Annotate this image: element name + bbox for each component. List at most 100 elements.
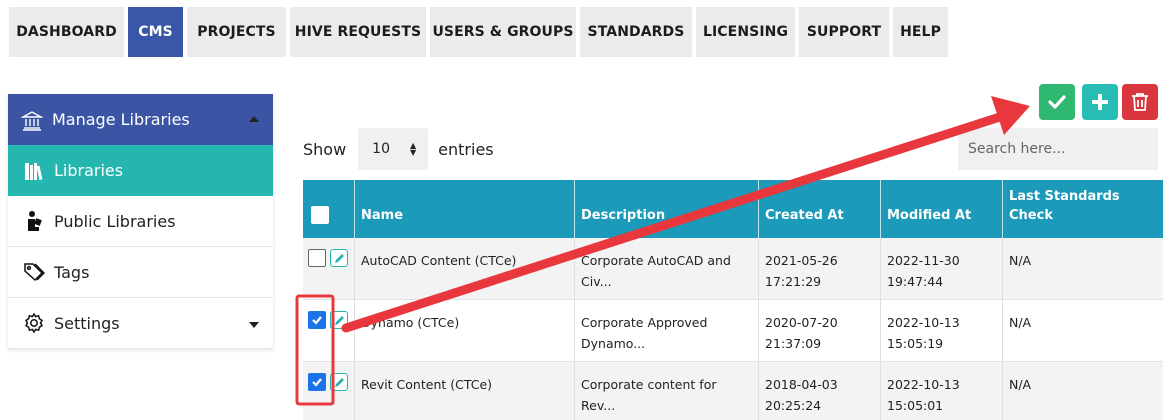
column-name[interactable]: Name [355, 180, 575, 238]
cell-name: Revit Content (CTCe) [355, 362, 575, 420]
modified-time: 19:47:44 [887, 274, 944, 289]
chevron-up-icon [249, 116, 259, 122]
edit-button[interactable] [330, 249, 348, 267]
show-entries: Show 10 ▲ ▼ entries [303, 128, 494, 170]
sidebar-item-label: Tags [54, 262, 90, 282]
tab-standards[interactable]: STANDARDS [580, 7, 692, 57]
sidebar-item-public-libraries[interactable]: Public Libraries [8, 196, 273, 247]
tab-support[interactable]: SUPPORT [799, 7, 889, 57]
cell-description: Corporate AutoCAD and Civ... [575, 238, 759, 299]
tab-help[interactable]: HELP [893, 7, 948, 57]
description-line1: Corporate Approved [581, 315, 708, 330]
cell-last-check: N/A [1009, 315, 1032, 330]
check-icon [1048, 95, 1066, 109]
tab-hive-requests[interactable]: HIVE REQUESTS [290, 7, 426, 57]
tab-projects[interactable]: PROJECTS [187, 7, 286, 57]
description-line1: Corporate AutoCAD and [581, 253, 731, 268]
cell-modified-at: 2022-10-13 15:05:01 [881, 362, 1003, 420]
sidebar-header-manage-libraries[interactable]: Manage Libraries [8, 94, 273, 145]
row-checkbox[interactable] [308, 249, 326, 267]
created-time: 21:37:09 [765, 336, 822, 351]
delete-button[interactable] [1122, 84, 1158, 120]
table-row[interactable]: Dynamo (CTCe) Corporate Approved Dynamo.… [303, 300, 1163, 362]
created-time: 17:21:29 [765, 274, 822, 289]
cell-last-check: N/A [1009, 377, 1032, 392]
column-last-standards-check[interactable]: Last Standards Check [1003, 180, 1163, 238]
sidebar: Manage Libraries Libraries Public Librar… [8, 94, 273, 349]
cell-description: Corporate Approved Dynamo... [575, 300, 759, 361]
row-select-cell [303, 238, 355, 299]
cell-last-check: N/A [1009, 253, 1032, 268]
cell-name: Dynamo (CTCe) [355, 300, 575, 361]
table-row[interactable]: Revit Content (CTCe) Corporate content f… [303, 362, 1163, 420]
gear-icon [22, 311, 46, 335]
created-date: 2018-04-03 [765, 377, 838, 392]
column-last-check-line1: Last Standards [1009, 189, 1120, 204]
sidebar-item-libraries[interactable]: Libraries [8, 145, 273, 196]
chevron-down-icon [249, 322, 259, 328]
cell-created-at: 2021-05-26 17:21:29 [759, 238, 881, 299]
table-row[interactable]: AutoCAD Content (CTCe) Corporate AutoCAD… [303, 238, 1163, 300]
show-label: Show [303, 139, 347, 159]
created-date: 2020-07-20 [765, 315, 838, 330]
approve-button[interactable] [1039, 84, 1075, 120]
created-time: 20:25:24 [765, 398, 822, 413]
trash-icon [1132, 93, 1148, 111]
column-modified-at[interactable]: Modified At [881, 180, 1003, 238]
tab-dashboard[interactable]: DASHBOARD [9, 7, 124, 57]
institution-icon [20, 108, 44, 132]
cell-name: AutoCAD Content (CTCe) [355, 238, 575, 299]
entries-value: 10 [372, 141, 390, 157]
sidebar-item-label: Public Libraries [54, 211, 176, 231]
tags-icon [22, 260, 46, 284]
books-icon [22, 159, 46, 183]
pencil-icon [334, 315, 344, 325]
cell-created-at: 2018-04-03 20:25:24 [759, 362, 881, 420]
cell-description: Corporate content for Rev... [575, 362, 759, 420]
search-input[interactable] [958, 128, 1158, 170]
sidebar-header-label: Manage Libraries [52, 110, 190, 129]
entries-select[interactable]: 10 ▲ ▼ [358, 128, 429, 170]
cell-modified-at: 2022-10-13 15:05:19 [881, 300, 1003, 361]
select-all-cell [303, 180, 355, 238]
check-icon [312, 378, 322, 387]
edit-button[interactable] [330, 373, 348, 391]
sidebar-item-tags[interactable]: Tags [8, 247, 273, 298]
column-created-at[interactable]: Created At [759, 180, 881, 238]
pencil-icon [334, 253, 344, 263]
entries-label: entries [438, 139, 494, 159]
table-header: Name Description Created At Modified At … [303, 180, 1163, 238]
sort-arrows-icon: ▲ ▼ [410, 141, 417, 157]
row-checkbox[interactable] [308, 311, 326, 329]
tab-users-groups[interactable]: USERS & GROUPS [430, 7, 576, 57]
table-body: AutoCAD Content (CTCe) Corporate AutoCAD… [303, 238, 1163, 420]
select-all-checkbox[interactable] [311, 206, 329, 224]
cell-modified-at: 2022-11-30 19:47:44 [881, 238, 1003, 299]
libraries-table: Name Description Created At Modified At … [303, 180, 1163, 420]
sidebar-item-settings[interactable]: Settings [8, 298, 273, 349]
modified-date: 2022-10-13 15:05:19 [887, 315, 960, 351]
description-line1: Corporate content for Rev... [581, 377, 717, 413]
description-line2: Dynamo... [581, 336, 646, 351]
edit-button[interactable] [330, 311, 348, 329]
add-button[interactable] [1082, 84, 1118, 120]
modified-date: 2022-10-13 15:05:01 [887, 377, 960, 413]
pencil-icon [334, 377, 344, 387]
cell-created-at: 2020-07-20 21:37:09 [759, 300, 881, 361]
column-last-check-line2: Check [1009, 208, 1053, 223]
plus-icon [1092, 94, 1108, 110]
reader-icon [22, 209, 46, 233]
column-description[interactable]: Description [575, 180, 759, 238]
tab-licensing[interactable]: LICENSING [696, 7, 795, 57]
created-date: 2021-05-26 [765, 253, 838, 268]
row-select-cell [303, 300, 355, 361]
check-icon [312, 316, 322, 325]
tab-cms[interactable]: CMS [128, 7, 183, 57]
top-nav: DASHBOARD CMS PROJECTS HIVE REQUESTS USE… [9, 7, 952, 57]
sidebar-item-label: Libraries [54, 161, 124, 180]
sidebar-item-label: Settings [54, 313, 120, 333]
description-line2: Civ... [581, 274, 612, 289]
row-select-cell [303, 362, 355, 420]
modified-date: 2022-11-30 [887, 253, 960, 268]
row-checkbox[interactable] [308, 373, 326, 391]
